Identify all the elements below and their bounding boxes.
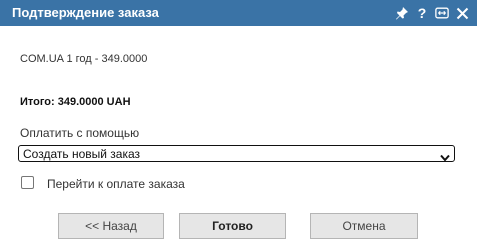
dialog-titlebar: Подтверждение заказа ? [0, 0, 477, 26]
order-line-item: COM.UA 1 год - 349.0000 [20, 53, 148, 65]
help-glyph: ? [417, 5, 427, 21]
back-button[interactable]: << Назад [58, 213, 164, 239]
go-to-payment-label[interactable]: Перейти к оплате заказа [47, 177, 185, 191]
done-button[interactable]: Готово [179, 213, 286, 239]
go-to-payment-checkbox[interactable] [21, 176, 34, 189]
payment-method-value: Создать новый заказ [23, 147, 141, 161]
payment-method-select[interactable]: Создать новый заказ [18, 145, 455, 162]
order-total: Итого: 349.0000 UAH [20, 96, 131, 108]
dialog-title: Подтверждение заказа [12, 5, 159, 20]
cancel-button[interactable]: Отмена [310, 213, 418, 239]
resize-icon[interactable] [435, 6, 449, 20]
help-icon[interactable]: ? [415, 6, 429, 20]
close-icon[interactable] [455, 6, 469, 20]
payment-method-label: Оплатить с помощью [20, 126, 140, 140]
titlebar-icons: ? [395, 3, 469, 23]
pin-icon[interactable] [395, 6, 409, 20]
chevron-down-icon [440, 149, 450, 162]
